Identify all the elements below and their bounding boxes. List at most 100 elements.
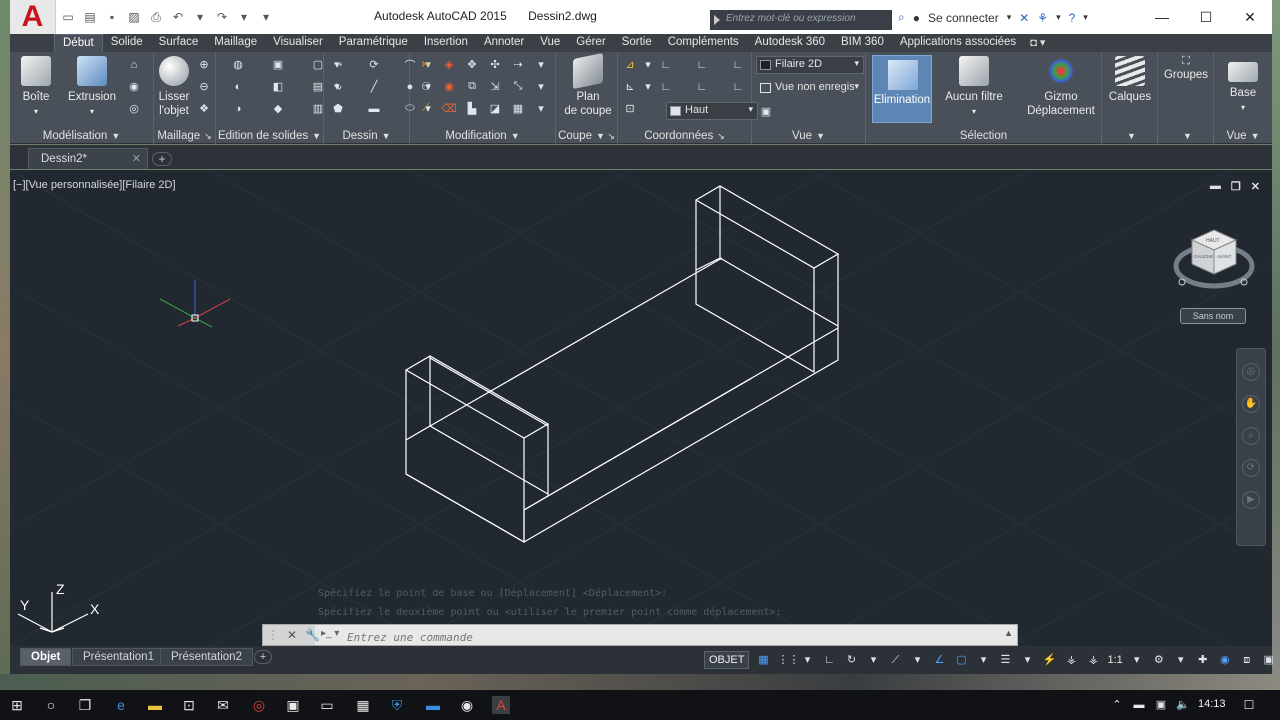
erase-icon[interactable]: ⌫ bbox=[441, 100, 457, 117]
notification-center-icon[interactable]: ☐ bbox=[1240, 696, 1258, 714]
autocad-taskbar-icon[interactable]: A bbox=[492, 696, 510, 714]
helix-icon[interactable]: ⟳ bbox=[366, 56, 382, 73]
user-icon[interactable]: ● bbox=[913, 11, 920, 25]
redo-dropdown-icon[interactable]: ▾ bbox=[234, 8, 254, 26]
trim-icon[interactable]: ✂ bbox=[418, 56, 434, 73]
file-tab-dessin2[interactable]: Dessin2* ✕ bbox=[28, 148, 148, 169]
command-grip-icon[interactable]: ⋮ bbox=[267, 628, 279, 642]
elimination-button[interactable]: Elimination bbox=[872, 55, 932, 123]
binoculars-icon[interactable]: ⌕ bbox=[898, 10, 905, 25]
snap-icon[interactable]: ⋮⋮ bbox=[777, 652, 799, 668]
workspace-dropdown-icon[interactable]: ▾ bbox=[1173, 652, 1189, 668]
new-layout-button[interactable]: + bbox=[254, 650, 272, 664]
panel-title-groupes[interactable]: ▼ bbox=[1158, 130, 1213, 142]
fillet-edge-icon[interactable]: ◧ bbox=[270, 78, 286, 95]
drawing-viewport[interactable]: Z X Y [−][Vue personnalisée][Filaire 2D]… bbox=[10, 170, 1272, 646]
lineweight-dropdown-icon[interactable]: ▾ bbox=[1019, 652, 1035, 668]
slice-icon[interactable]: ◆ bbox=[270, 100, 286, 117]
print-icon[interactable]: ⎙ bbox=[146, 8, 166, 26]
tab-annoter[interactable]: Annoter bbox=[476, 34, 532, 52]
undo-dropdown-icon[interactable]: ▾ bbox=[190, 8, 210, 26]
align-icon[interactable]: ⇢ bbox=[510, 56, 526, 73]
file-explorer-icon[interactable]: ▬ bbox=[146, 696, 164, 714]
model-space-button[interactable]: OBJET bbox=[704, 651, 750, 669]
tab-solide[interactable]: Solide bbox=[103, 34, 151, 52]
tab-complements[interactable]: Compléments bbox=[660, 34, 747, 52]
new-tab-button[interactable]: + bbox=[152, 152, 172, 166]
viewport-close-icon[interactable]: ✕ bbox=[1251, 180, 1260, 193]
keyboard-app-icon[interactable]: ▬ bbox=[424, 696, 442, 714]
extrusion-button[interactable]: Extrusion ▾ bbox=[66, 56, 118, 119]
chamfer-icon[interactable]: ◪ bbox=[487, 100, 503, 117]
cortana-icon[interactable]: ○ bbox=[42, 696, 60, 714]
qat-customize-icon[interactable]: ▾ bbox=[256, 8, 276, 26]
viewport-config-icon[interactable]: ▣ bbox=[758, 103, 774, 120]
extract-edges-icon[interactable]: ▣ bbox=[270, 56, 286, 73]
polysolid-icon[interactable]: ⌂ bbox=[126, 56, 142, 73]
polar-dropdown-icon[interactable]: ▾ bbox=[865, 652, 881, 668]
move-gizmo-button[interactable]: Gizmo Déplacement bbox=[1020, 56, 1102, 118]
command-close-icon[interactable]: ✕ bbox=[287, 628, 297, 642]
presspull-icon[interactable]: ◉ bbox=[126, 78, 142, 95]
named-view-select[interactable]: Vue non enregis ▾ bbox=[756, 79, 864, 97]
redo-icon[interactable]: ↷ bbox=[212, 8, 232, 26]
viewport-minimize-icon[interactable]: ▬ bbox=[1210, 180, 1221, 193]
panel-title-modification[interactable]: Modification ▼ bbox=[410, 130, 555, 142]
hardware-acceleration-icon[interactable]: ⧈ bbox=[1239, 652, 1255, 668]
edge-browser-icon[interactable]: e bbox=[112, 696, 130, 714]
object-snap-icon[interactable]: ▢ bbox=[953, 652, 969, 668]
snap-dropdown-icon[interactable]: ▾ bbox=[799, 652, 815, 668]
tab-bim-360[interactable]: BIM 360 bbox=[833, 34, 892, 52]
box-button[interactable]: Boîte ▾ bbox=[16, 56, 56, 119]
groups-button[interactable]: ⛶ Groupes bbox=[1162, 54, 1210, 82]
ucs-icon[interactable]: ⊿ bbox=[622, 56, 638, 73]
move-icon[interactable]: ✥ bbox=[464, 56, 480, 73]
search-input[interactable]: Entrez mot-clé ou expression bbox=[710, 10, 892, 30]
calculator-icon[interactable]: ▦ bbox=[354, 696, 372, 714]
tab-debut[interactable]: Début bbox=[54, 34, 103, 52]
section-plane-button[interactable]: Plan de coupe bbox=[564, 52, 612, 118]
tab-vue[interactable]: Vue bbox=[532, 34, 568, 52]
mesh-refine-icon[interactable]: ❖ bbox=[196, 100, 212, 117]
mirror-3d-icon[interactable]: ⚇ bbox=[418, 78, 434, 95]
tab-maillage[interactable]: Maillage bbox=[206, 34, 265, 52]
subtract-icon[interactable]: ◐ bbox=[230, 78, 246, 95]
stay-connected-dropdown-icon[interactable]: ▾ bbox=[1056, 12, 1061, 23]
layout-tab-objet[interactable]: Objet bbox=[20, 648, 72, 666]
panel-title-maillage[interactable]: Maillage ↘ bbox=[154, 130, 215, 142]
panel-title-edition-solides[interactable]: Edition de solides ▼ bbox=[216, 130, 323, 142]
ucs-view-icon[interactable]: ∟ bbox=[658, 78, 674, 95]
application-menu-button[interactable]: A bbox=[10, 0, 56, 34]
ucs-y-icon[interactable]: ∟ bbox=[730, 78, 746, 95]
ribbon-minimize-icon[interactable]: ◘ ▾ bbox=[1024, 34, 1051, 52]
new-file-icon[interactable]: ▭ bbox=[58, 8, 78, 26]
viewport-restore-icon[interactable]: ❐ bbox=[1231, 180, 1241, 193]
volume-icon[interactable]: 🔈 bbox=[1174, 696, 1192, 714]
revolve-icon[interactable]: ◎ bbox=[126, 100, 142, 117]
copy-icon[interactable]: ⧉ bbox=[464, 78, 480, 95]
media-app-icon[interactable]: ◎ bbox=[250, 696, 268, 714]
viewcube-icon[interactable]: HAUT GAUCHE AVANT bbox=[1172, 220, 1258, 300]
modify-dropdown-3-icon[interactable]: ▾ bbox=[533, 100, 549, 117]
save-as-icon[interactable]: ▨ bbox=[124, 8, 144, 26]
array-icon[interactable]: ◉ bbox=[441, 78, 457, 95]
annotation-visibility-icon[interactable]: ⚡ bbox=[1041, 652, 1057, 668]
clean-screen-icon[interactable]: ▣ bbox=[1261, 652, 1277, 668]
panel-title-dessin[interactable]: Dessin ▼ bbox=[324, 130, 409, 142]
tab-sortie[interactable]: Sortie bbox=[614, 34, 660, 52]
move-gizmo-icon[interactable]: ◈ bbox=[441, 56, 457, 73]
ucs-world-icon[interactable]: ∟ bbox=[658, 56, 674, 73]
task-view-icon[interactable]: ❐ bbox=[76, 696, 94, 714]
polyline-icon[interactable]: ⤳ bbox=[330, 56, 346, 73]
panel-title-modelisation[interactable]: Modélisation ▼ bbox=[10, 130, 153, 142]
annotation-scale-value[interactable]: 1:1 bbox=[1107, 654, 1122, 666]
terminal-icon[interactable]: ▭ bbox=[318, 696, 336, 714]
grid-icon[interactable]: ▦ bbox=[755, 652, 771, 668]
isodraft-dropdown-icon[interactable]: ▾ bbox=[909, 652, 925, 668]
add-icon[interactable]: ✚ bbox=[1195, 652, 1211, 668]
panel-title-vue[interactable]: Vue ▼ bbox=[752, 130, 865, 142]
mail-icon[interactable]: ✉ bbox=[214, 696, 232, 714]
mesh-smooth-more-icon[interactable]: ⊕ bbox=[196, 56, 212, 73]
autodesk-360-icon[interactable]: ⚘ bbox=[1037, 11, 1048, 25]
panel-title-coordonnees[interactable]: Coordonnées ↘ bbox=[618, 130, 751, 142]
